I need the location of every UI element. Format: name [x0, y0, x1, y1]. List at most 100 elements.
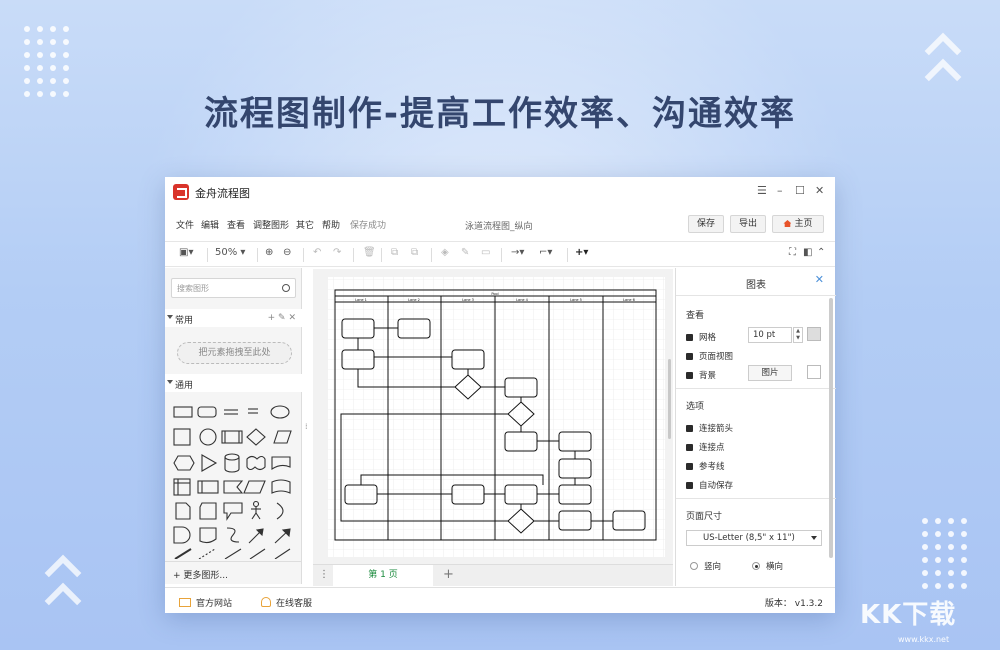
- shape-document: [272, 457, 290, 469]
- undo-icon[interactable]: ↶: [313, 247, 321, 258]
- grid-checkbox[interactable]: 网格: [686, 331, 716, 343]
- official-website-link[interactable]: 官方网站: [179, 596, 232, 609]
- connector-icon[interactable]: →▾: [511, 247, 524, 258]
- drop-zone[interactable]: 把元素拖拽至此处: [177, 342, 292, 364]
- shape-gallery[interactable]: [165, 399, 302, 559]
- diagram-svg[interactable]: Pool Lane 1 Lane 2 Lane 3 Lane 4 Lane 5 …: [313, 269, 673, 564]
- page-menu-icon[interactable]: ⋮: [319, 569, 329, 580]
- section-general-label: 通用: [175, 378, 193, 391]
- toolbar-divider: [381, 248, 382, 262]
- headline: 流程图制作-提高工作效率、沟通效率: [0, 86, 1000, 135]
- shape-display: [200, 528, 216, 543]
- waypoint-icon[interactable]: ⌐▾: [539, 247, 552, 258]
- search-icon[interactable]: [282, 284, 290, 292]
- decor-dots-bottom-right: [922, 518, 967, 589]
- shape-connector: [250, 549, 265, 559]
- menu-icon[interactable]: ☰: [757, 184, 767, 197]
- online-support-link[interactable]: 在线客服: [261, 596, 312, 609]
- chevron-down-icon: [167, 315, 173, 319]
- toolbar-divider: [207, 248, 208, 262]
- menu-other[interactable]: 其它: [296, 218, 314, 231]
- more-shapes-button[interactable]: + 更多图形...: [173, 568, 228, 581]
- line-color-icon[interactable]: ✎: [461, 247, 469, 258]
- home-label: 主页: [794, 219, 812, 229]
- canvas-scrollbar[interactable]: [668, 359, 671, 439]
- section-common[interactable]: 常用 + ✎ ✕: [165, 309, 302, 327]
- to-back-icon[interactable]: ⧉: [411, 247, 418, 258]
- page-size-section-label: 页面尺寸: [686, 509, 722, 522]
- autosave-checkbox[interactable]: 自动保存: [686, 479, 733, 491]
- background-color-swatch[interactable]: [807, 365, 821, 379]
- option-label: 连接箭头: [699, 424, 733, 434]
- tab-page-1[interactable]: 第 1 页: [333, 565, 433, 587]
- shape-step: [224, 481, 242, 493]
- fullscreen-icon[interactable]: ⛶: [789, 247, 796, 258]
- connection-points-checkbox[interactable]: 连接点: [686, 441, 725, 453]
- collapse-icon[interactable]: ⌃: [817, 247, 825, 258]
- fill-color-icon[interactable]: ◈: [441, 247, 449, 258]
- menu-view[interactable]: 查看: [227, 218, 245, 231]
- page-size-select[interactable]: US-Letter (8,5" x 11"): [686, 530, 822, 546]
- shadow-icon[interactable]: ▭: [481, 247, 490, 258]
- minimize-icon[interactable]: –: [777, 184, 783, 197]
- format-panel-icon[interactable]: ◧: [803, 247, 812, 258]
- section-general[interactable]: 通用: [165, 374, 302, 392]
- shape-ellipse: [271, 406, 289, 418]
- panel-divider: [676, 498, 836, 499]
- layout-icon[interactable]: ▣▾: [179, 247, 193, 258]
- save-button[interactable]: 保存: [688, 215, 724, 233]
- redo-icon[interactable]: ↷: [333, 247, 341, 258]
- pool-title: Pool: [491, 292, 498, 296]
- zoom-out-icon[interactable]: ⊖: [283, 247, 291, 258]
- maximize-icon[interactable]: ☐: [795, 184, 805, 197]
- zoom-select[interactable]: 50% ▾: [215, 247, 245, 258]
- page-view-label: 页面视图: [699, 352, 733, 362]
- radio-dot: [690, 562, 698, 570]
- toolbar-divider: [567, 248, 568, 262]
- lane-label: Lane 4: [516, 298, 529, 302]
- background-checkbox[interactable]: 背景: [686, 369, 716, 381]
- menu-edit[interactable]: 编辑: [201, 218, 219, 231]
- landscape-radio[interactable]: 横向: [752, 560, 783, 572]
- grid-size-stepper[interactable]: ▲▼: [793, 327, 803, 343]
- menu-arrange[interactable]: 调整图形: [253, 218, 289, 231]
- option-label: 参考线: [699, 462, 725, 472]
- section-common-label: 常用: [175, 313, 193, 326]
- lane-label: Lane 3: [462, 298, 474, 302]
- to-front-icon[interactable]: ⧉: [391, 247, 398, 258]
- options-section-label: 选项: [686, 399, 704, 412]
- menu-file[interactable]: 文件: [176, 218, 194, 231]
- section-common-tools[interactable]: + ✎ ✕: [268, 313, 296, 323]
- delete-icon[interactable]: 🗑: [363, 247, 376, 258]
- lane-label: Lane 6: [623, 298, 635, 302]
- search-placeholder: 搜索图形: [177, 283, 209, 294]
- format-panel-scrollbar[interactable]: [829, 298, 833, 558]
- connection-arrows-checkbox[interactable]: 连接箭头: [686, 422, 733, 434]
- add-page-icon[interactable]: +: [443, 567, 454, 582]
- sidebar-resize-handle[interactable]: ⁞: [305, 422, 311, 436]
- toolbar-divider: [353, 248, 354, 262]
- title-bar: 金舟流程图 ☰ – ☐ ✕: [165, 177, 835, 207]
- shape-tape: [272, 480, 290, 493]
- portrait-radio[interactable]: 竖向: [690, 560, 721, 572]
- grid-size-input[interactable]: 10 pt: [748, 327, 792, 343]
- menu-help[interactable]: 帮助: [322, 218, 340, 231]
- guides-checkbox[interactable]: 参考线: [686, 460, 725, 472]
- background-image-button[interactable]: 图片: [748, 365, 792, 381]
- close-panel-icon[interactable]: ✕: [815, 273, 824, 286]
- grid-color-swatch[interactable]: [807, 327, 821, 341]
- export-button[interactable]: 导出: [730, 215, 766, 233]
- diagram-canvas[interactable]: Pool Lane 1 Lane 2 Lane 3 Lane 4 Lane 5 …: [313, 269, 673, 564]
- home-button[interactable]: 主页: [772, 215, 824, 233]
- search-input[interactable]: 搜索图形: [171, 278, 296, 298]
- shape-diamond: [247, 429, 265, 445]
- close-icon[interactable]: ✕: [815, 184, 824, 197]
- insert-icon[interactable]: +▾: [575, 247, 588, 258]
- background-label: 背景: [699, 371, 716, 381]
- toolbar-divider: [431, 248, 432, 262]
- shape-delay: [174, 527, 190, 543]
- zoom-value: 50%: [215, 247, 237, 258]
- page-size-value: US-Letter (8,5" x 11"): [703, 533, 795, 543]
- page-view-checkbox[interactable]: 页面视图: [686, 350, 733, 362]
- zoom-in-icon[interactable]: ⊕: [265, 247, 273, 258]
